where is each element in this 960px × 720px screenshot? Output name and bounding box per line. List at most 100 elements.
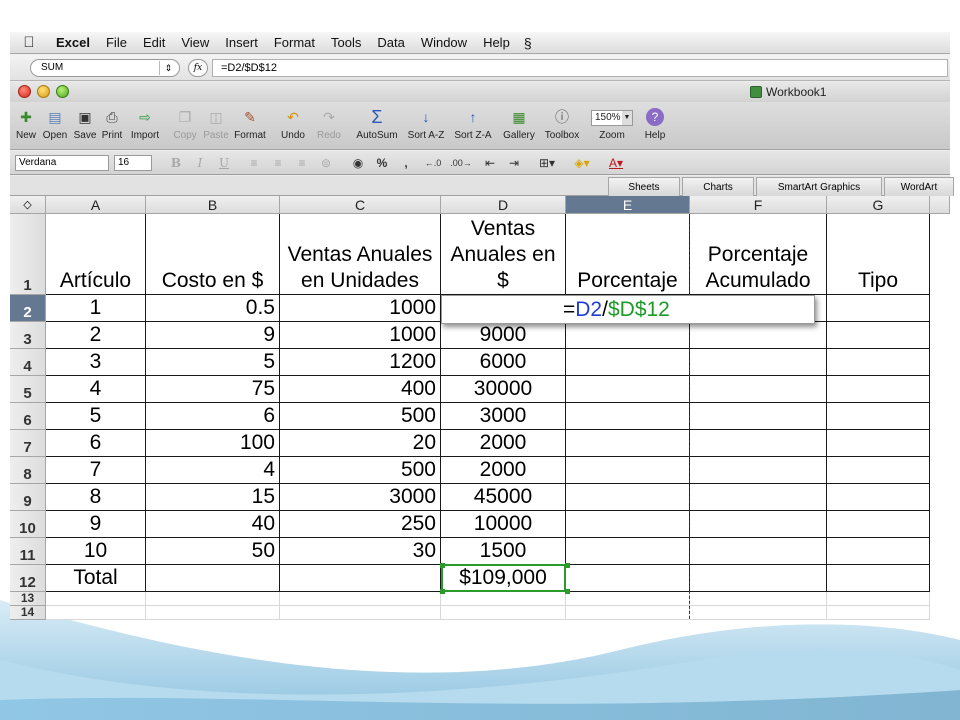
sort-za-button[interactable]: ↑ Sort Z-A: [450, 106, 496, 141]
comma-style-button[interactable]: ,: [398, 155, 414, 171]
name-box-stepper-icon[interactable]: ⇕: [159, 61, 177, 75]
cell-b8[interactable]: 4: [146, 457, 280, 484]
align-right-icon[interactable]: ≡: [294, 155, 310, 171]
column-header-a[interactable]: A: [46, 196, 146, 214]
print-button[interactable]: ⎙ Print: [99, 106, 125, 142]
cell-c6[interactable]: 500: [280, 403, 441, 430]
row-header-1[interactable]: 1: [10, 214, 46, 295]
cell-e9[interactable]: [566, 484, 690, 511]
cell-g4[interactable]: [827, 349, 930, 376]
header-cell-d[interactable]: Ventas Anuales en $: [441, 214, 566, 295]
cell-a12[interactable]: Total: [46, 565, 146, 592]
font-select[interactable]: Verdana: [15, 155, 109, 171]
column-header-e[interactable]: E: [566, 196, 690, 214]
formula-input[interactable]: =D2/$D$12: [212, 59, 948, 77]
minimize-window-button[interactable]: [37, 85, 50, 98]
column-header-g[interactable]: G: [827, 196, 930, 214]
cell-c13[interactable]: [280, 592, 441, 606]
row-header-14[interactable]: 14: [10, 605, 46, 620]
cell-e5[interactable]: [566, 376, 690, 403]
cell-g11[interactable]: [827, 538, 930, 565]
name-box[interactable]: SUM ⇕: [30, 59, 180, 77]
format-painter-button[interactable]: ✎ Format: [232, 106, 268, 142]
cell-edit-popup[interactable]: =D2/$D$12: [441, 295, 815, 324]
redo-button[interactable]: ↷ Redo: [314, 106, 344, 142]
cell-a9[interactable]: 8: [46, 484, 146, 511]
header-cell-a[interactable]: Artículo: [46, 214, 146, 295]
menu-tools[interactable]: Tools: [323, 35, 369, 50]
cell-e7[interactable]: [566, 430, 690, 457]
font-size-select[interactable]: 16: [114, 155, 152, 171]
cell-g9[interactable]: [827, 484, 930, 511]
row-header-5[interactable]: 5: [10, 376, 46, 403]
cell-f14[interactable]: [690, 606, 827, 620]
cell-e4[interactable]: [566, 349, 690, 376]
percent-button[interactable]: %: [374, 155, 390, 171]
header-cell-g[interactable]: Tipo: [827, 214, 930, 295]
import-button[interactable]: ⇨ Import: [127, 106, 163, 142]
align-center-icon[interactable]: ≡: [270, 155, 286, 171]
new-button[interactable]: ✚ New: [14, 106, 38, 142]
cell-e8[interactable]: [566, 457, 690, 484]
cell-d3[interactable]: 9000: [441, 322, 566, 349]
cell-b13[interactable]: [146, 592, 280, 606]
cell-f5[interactable]: [690, 376, 827, 403]
cell-d7[interactable]: 2000: [441, 430, 566, 457]
close-window-button[interactable]: [18, 85, 31, 98]
paste-button[interactable]: ◫ Paste: [201, 106, 231, 142]
row-header-8[interactable]: 8: [10, 457, 46, 484]
tab-wordart[interactable]: WordArt: [884, 177, 954, 196]
cell-c8[interactable]: 500: [280, 457, 441, 484]
cell-f6[interactable]: [690, 403, 827, 430]
cell-b11[interactable]: 50: [146, 538, 280, 565]
cell-a13[interactable]: [46, 592, 146, 606]
cell-g8[interactable]: [827, 457, 930, 484]
cell-a7[interactable]: 6: [46, 430, 146, 457]
cell-c11[interactable]: 30: [280, 538, 441, 565]
cell-g10[interactable]: [827, 511, 930, 538]
cell-g7[interactable]: [827, 430, 930, 457]
cell-b9[interactable]: 15: [146, 484, 280, 511]
script-menu-icon[interactable]: §: [518, 35, 538, 51]
cell-b5[interactable]: 75: [146, 376, 280, 403]
cell-b2[interactable]: 0.5: [146, 295, 280, 322]
row-header-11[interactable]: 11: [10, 538, 46, 565]
decrease-indent-icon[interactable]: ⇤: [482, 155, 498, 171]
cell-g13[interactable]: [827, 592, 930, 606]
row-header-4[interactable]: 4: [10, 349, 46, 376]
cell-g6[interactable]: [827, 403, 930, 430]
cell-b10[interactable]: 40: [146, 511, 280, 538]
cell-d9[interactable]: 45000: [441, 484, 566, 511]
cell-d12[interactable]: $109,000: [441, 565, 566, 592]
cell-a11[interactable]: 10: [46, 538, 146, 565]
cell-f10[interactable]: [690, 511, 827, 538]
menu-help[interactable]: Help: [475, 35, 518, 50]
cell-a2[interactable]: 1: [46, 295, 146, 322]
cell-a5[interactable]: 4: [46, 376, 146, 403]
cell-e14[interactable]: [566, 606, 690, 620]
save-button[interactable]: ▣ Save: [72, 106, 98, 142]
menu-app[interactable]: Excel: [48, 35, 98, 50]
header-cell-c[interactable]: Ventas Anuales en Unidades: [280, 214, 441, 295]
cell-a8[interactable]: 7: [46, 457, 146, 484]
cell-e10[interactable]: [566, 511, 690, 538]
tab-smartart-graphics[interactable]: SmartArt Graphics: [756, 177, 882, 196]
menu-data[interactable]: Data: [369, 35, 412, 50]
fx-button[interactable]: fx: [188, 59, 208, 77]
cell-b3[interactable]: 9: [146, 322, 280, 349]
open-button[interactable]: ▤ Open: [40, 106, 70, 142]
tab-charts[interactable]: Charts: [682, 177, 754, 196]
header-cell-b[interactable]: Costo en $: [146, 214, 280, 295]
cell-d8[interactable]: 2000: [441, 457, 566, 484]
row-header-12[interactable]: 12: [10, 565, 46, 592]
cell-f8[interactable]: [690, 457, 827, 484]
cell-f13[interactable]: [690, 592, 827, 606]
cell-b6[interactable]: 6: [146, 403, 280, 430]
cell-c5[interactable]: 400: [280, 376, 441, 403]
menu-file[interactable]: File: [98, 35, 135, 50]
column-header-f[interactable]: F: [690, 196, 827, 214]
cell-b4[interactable]: 5: [146, 349, 280, 376]
menu-window[interactable]: Window: [413, 35, 475, 50]
tab-sheets[interactable]: Sheets: [608, 177, 680, 196]
cell-e3[interactable]: [566, 322, 690, 349]
